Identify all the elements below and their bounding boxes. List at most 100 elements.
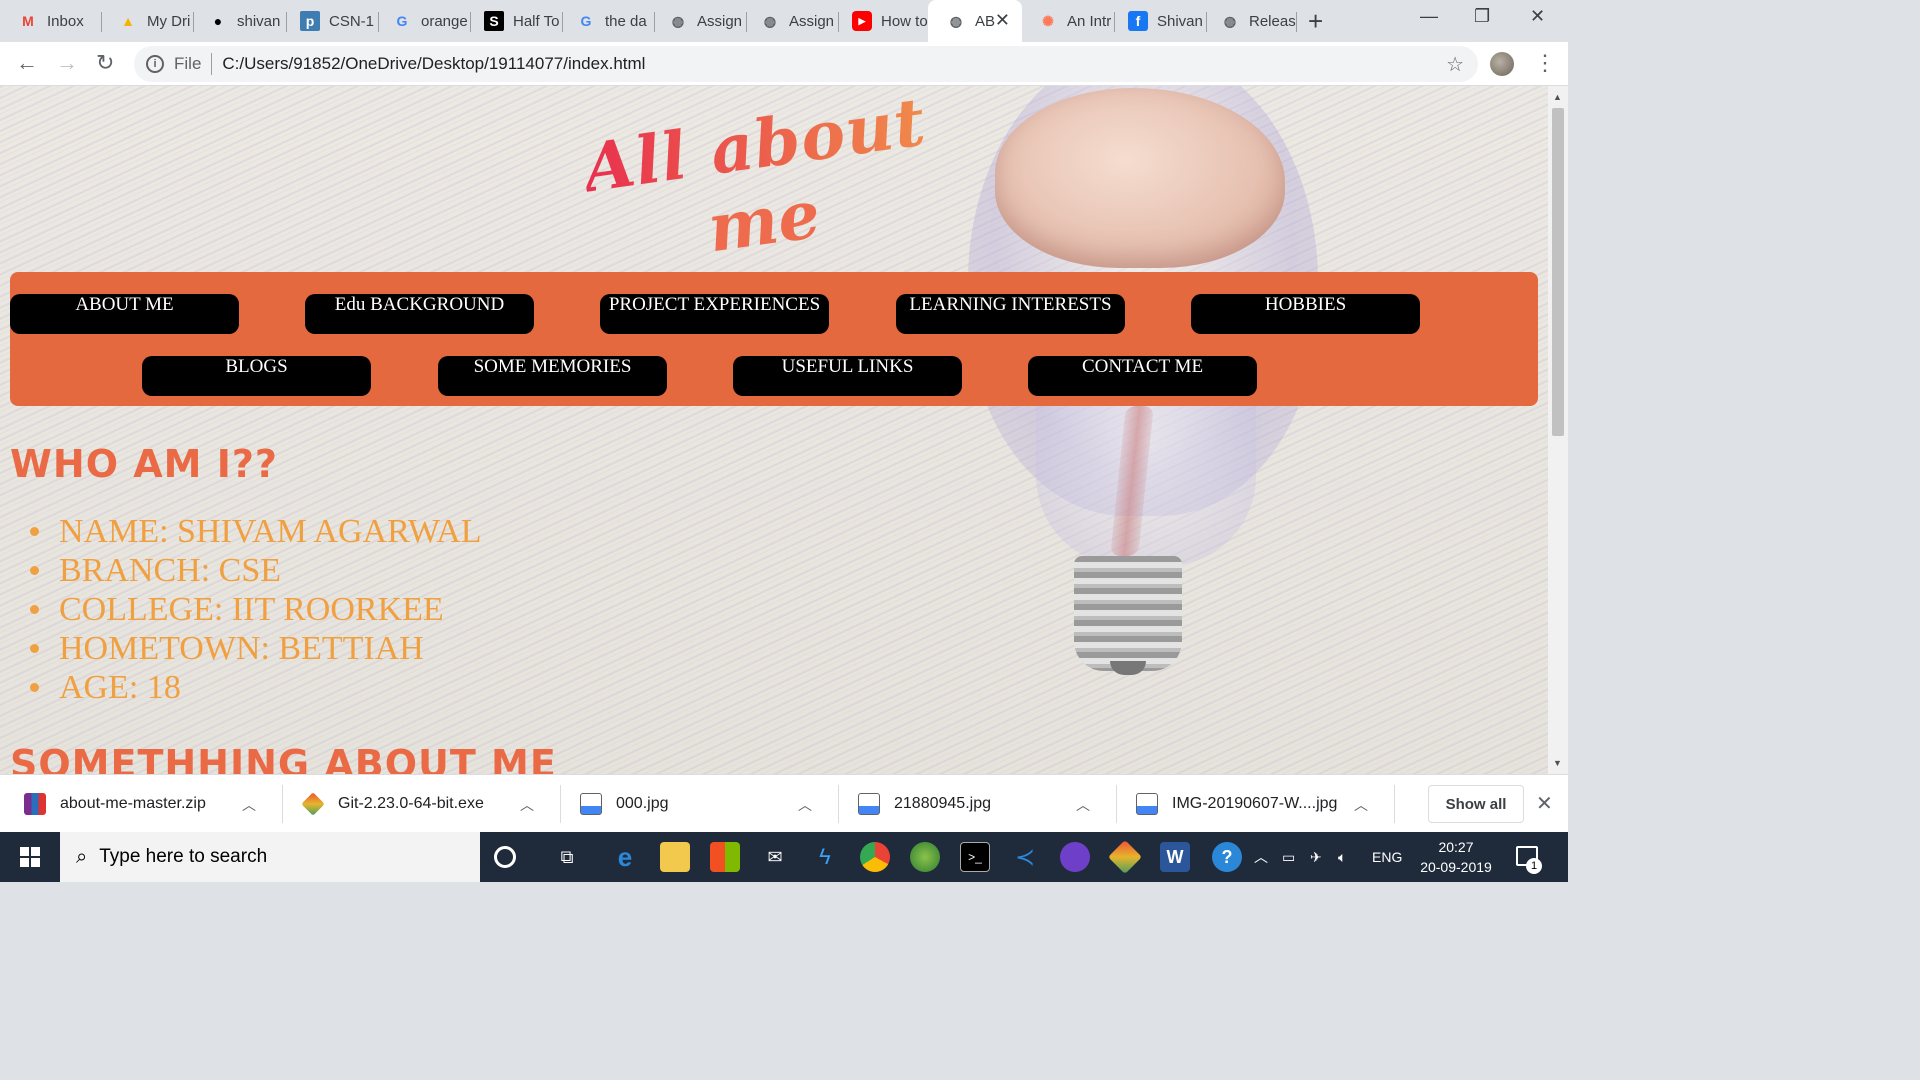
nav-edu-background[interactable]: Edu BACKGROUND <box>305 294 534 334</box>
google-icon: G <box>396 13 408 29</box>
scrollbar-thumb[interactable] <box>1552 108 1564 436</box>
airplane-mode-icon[interactable]: ✈ <box>1310 832 1322 882</box>
back-arrow-icon[interactable]: ← <box>16 50 38 76</box>
tab-releases[interactable]: ◍ Releas <box>1202 4 1298 38</box>
help-icon[interactable]: ? <box>1212 842 1242 872</box>
kebab-menu-icon[interactable]: ⋮ <box>1534 50 1556 76</box>
tab-inbox[interactable]: M Inbox <box>0 4 100 38</box>
tab-label: the da <box>605 12 647 30</box>
restore-icon[interactable]: ❐ <box>1474 6 1490 27</box>
download-shelf: about-me-master.zip ︿ Git-2.23.0-64-bit.… <box>0 774 1568 832</box>
github-desktop-icon[interactable] <box>1060 842 1090 872</box>
tab-assign-1[interactable]: ◍ Assign <box>650 4 746 38</box>
url-scheme: File <box>174 54 202 73</box>
tab-github[interactable]: ● shivan <box>190 4 286 38</box>
main-navigation: ABOUT ME Edu BACKGROUND PROJECT EXPERIEN… <box>10 272 1538 406</box>
address-bar[interactable]: i File C:/Users/91852/OneDrive/Desktop/1… <box>134 46 1478 82</box>
download-item[interactable]: 21880945.jpg ︿ <box>834 775 1112 833</box>
notification-count-badge: 1 <box>1526 858 1542 874</box>
profile-avatar[interactable] <box>1490 52 1514 76</box>
vscode-icon[interactable]: ≺ <box>1010 842 1040 872</box>
browser-tab-strip: M Inbox ▲ My Dri ● shivan p CSN-1 Gorange SH… <box>0 0 1568 42</box>
new-tab-plus-icon[interactable]: + <box>1308 6 1323 37</box>
page-viewport: All about me ABOUT ME Edu BACKGROUND PRO… <box>0 86 1548 774</box>
tab-active-about[interactable]: ◍ AB ✕ <box>928 0 1022 42</box>
tab-half-to[interactable]: S Half To <box>466 4 562 38</box>
git-icon <box>301 792 325 816</box>
sublime-icon[interactable]: ϟ <box>810 842 840 872</box>
tab-piazza[interactable]: p CSN-1 <box>282 4 378 38</box>
system-clock[interactable]: 20:27 20-09-2019 <box>1418 837 1494 877</box>
tab-label: Assign <box>789 12 835 30</box>
forward-arrow-icon[interactable]: → <box>56 50 78 76</box>
nav-contact-me[interactable]: CONTACT ME <box>1028 356 1257 396</box>
search-icon: ⌕ <box>76 845 88 868</box>
show-hidden-icons-chevron-icon[interactable]: ︿ <box>1254 832 1268 882</box>
page-scrollbar[interactable]: ▲ ▼ <box>1548 86 1568 774</box>
battery-icon[interactable]: ▭ <box>1282 832 1295 882</box>
chevron-up-icon[interactable]: ︿ <box>242 795 256 815</box>
nav-project-experiences[interactable]: PROJECT EXPERIENCES <box>600 294 829 334</box>
youtube-icon: ▶ <box>852 11 872 31</box>
word-icon[interactable]: W <box>1160 842 1190 872</box>
scroll-up-arrow-icon[interactable]: ▲ <box>1553 92 1562 102</box>
tab-drive[interactable]: ▲ My Dri <box>100 4 192 38</box>
image-file-icon <box>1136 793 1158 815</box>
tab-label: How to <box>881 12 928 30</box>
chevron-up-icon[interactable]: ︿ <box>1076 795 1090 815</box>
minimize-icon[interactable]: — <box>1420 6 1438 27</box>
show-all-downloads-button[interactable]: Show all <box>1428 785 1524 823</box>
chevron-up-icon[interactable]: ︿ <box>520 795 534 815</box>
download-item[interactable]: 000.jpg ︿ <box>556 775 834 833</box>
nav-some-memories[interactable]: SOME MEMORIES <box>438 356 667 396</box>
close-icon[interactable]: ✕ <box>995 10 1010 31</box>
tab-label: shivan <box>237 12 281 30</box>
tab-assign-2[interactable]: ◍ Assign <box>742 4 838 38</box>
chrome-icon[interactable] <box>860 842 890 872</box>
image-file-icon <box>858 793 880 815</box>
terminal-icon[interactable]: >_ <box>960 842 990 872</box>
windows-taskbar: ⌕ Type here to search ⧉ e ✉ ϟ >_ ≺ W ? ︿… <box>0 832 1568 882</box>
git-gui-icon[interactable] <box>1108 840 1142 874</box>
task-view-icon[interactable]: ⧉ <box>552 842 582 872</box>
start-button[interactable] <box>0 832 60 882</box>
edge-icon[interactable]: e <box>610 842 640 872</box>
scroll-down-arrow-icon[interactable]: ▼ <box>1553 758 1562 768</box>
tab-youtube[interactable]: ▶ How to <box>834 4 930 38</box>
language-indicator[interactable]: ENG <box>1372 832 1402 882</box>
close-icon[interactable]: ✕ <box>1536 791 1553 816</box>
volume-icon[interactable]: 🔈︎ <box>1338 832 1346 882</box>
google-icon: G <box>580 13 592 29</box>
personal-info-list: NAME: SHIVAM AGARWAL BRANCH: CSE COLLEGE… <box>30 512 482 707</box>
nav-hobbies[interactable]: HOBBIES <box>1191 294 1420 334</box>
tab-google-orange[interactable]: Gorange <box>374 4 470 38</box>
download-item[interactable]: IMG-20190607-W....jpg ︿ <box>1112 775 1390 833</box>
url-text[interactable]: C:/Users/91852/OneDrive/Desktop/19114077… <box>222 54 645 74</box>
file-explorer-icon[interactable] <box>660 842 690 872</box>
cortana-icon[interactable] <box>494 846 516 868</box>
bookmark-star-icon[interactable]: ☆ <box>1446 52 1464 77</box>
reload-icon[interactable]: ↻ <box>96 50 114 76</box>
tab-hubspot[interactable]: ✺ An Intr <box>1020 4 1116 38</box>
info-college: COLLEGE: IIT ROORKEE <box>30 590 482 629</box>
nav-learning-interests[interactable]: LEARNING INTERESTS <box>896 294 1125 334</box>
info-icon[interactable]: i <box>146 55 164 73</box>
download-item[interactable]: about-me-master.zip ︿ <box>0 775 278 833</box>
nav-about-me[interactable]: ABOUT ME <box>10 294 239 334</box>
taskbar-search-box[interactable]: ⌕ Type here to search <box>60 832 480 882</box>
download-item[interactable]: Git-2.23.0-64-bit.exe ︿ <box>278 775 556 833</box>
nav-useful-links[interactable]: USEFUL LINKS <box>733 356 962 396</box>
chevron-up-icon[interactable]: ︿ <box>798 795 812 815</box>
hubspot-icon: ✺ <box>1042 12 1054 29</box>
tab-facebook[interactable]: f Shivan <box>1110 4 1206 38</box>
nav-blogs[interactable]: BLOGS <box>142 356 371 396</box>
section-heading-who-am-i: WHO AM I?? <box>10 442 278 486</box>
window-close-icon[interactable]: ✕ <box>1530 6 1545 27</box>
globe-app-icon[interactable] <box>910 842 940 872</box>
mail-icon[interactable]: ✉ <box>760 842 790 872</box>
browser-toolbar: ← → ↻ i File C:/Users/91852/OneDrive/Des… <box>0 42 1568 86</box>
tab-label: Assign <box>697 12 743 30</box>
tab-google-the-da[interactable]: Gthe da <box>558 4 654 38</box>
store-icon[interactable] <box>710 842 740 872</box>
chevron-up-icon[interactable]: ︿ <box>1354 795 1368 815</box>
